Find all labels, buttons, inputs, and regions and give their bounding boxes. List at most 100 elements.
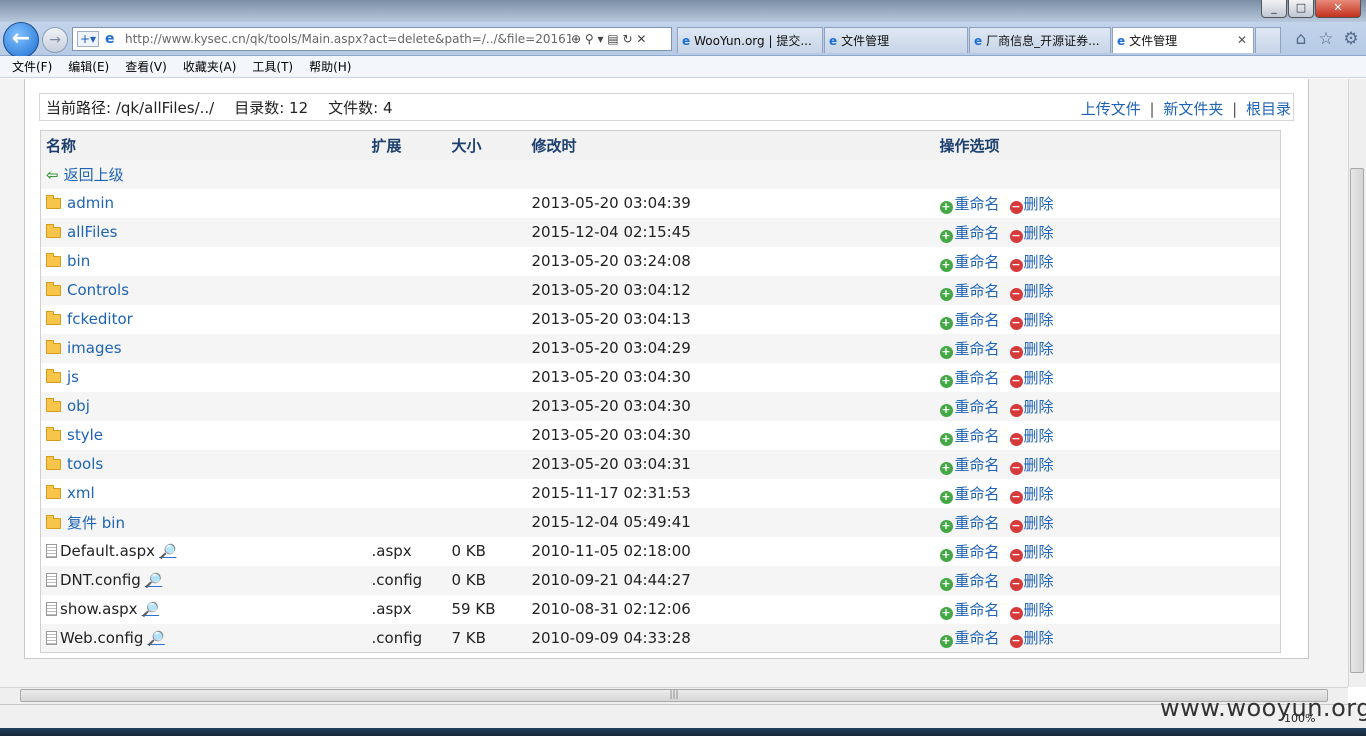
view-magnifier-icon[interactable]: 🔎 (147, 631, 164, 647)
folder-link[interactable]: js (46, 368, 79, 386)
file-name: Default.aspx (60, 542, 155, 560)
folder-link[interactable]: 复件 bin (46, 514, 125, 532)
rename-link[interactable]: + 重命名 (939, 311, 1000, 330)
forward-button[interactable]: → (42, 27, 68, 53)
delete-link[interactable]: − 删除 (1000, 629, 1054, 649)
go-up-link[interactable]: ⇦ 返回上级 (46, 166, 124, 184)
rename-link[interactable]: + 重命名 (939, 601, 1000, 620)
plus-circle-icon: + (939, 576, 953, 591)
ie-tab-icon: e (829, 33, 838, 48)
delete-link[interactable]: − 删除 (1000, 398, 1054, 417)
size-cell: 59 KB (451, 600, 496, 618)
rename-link[interactable]: + 重命名 (939, 369, 1000, 388)
view-magnifier-icon[interactable]: 🔎 (145, 573, 162, 589)
rename-link[interactable]: + 重命名 (939, 253, 1000, 272)
delete-link[interactable]: − 删除 (1000, 514, 1054, 533)
root-dir-link[interactable]: 根目录 (1246, 100, 1291, 118)
minus-circle-icon: − (1009, 518, 1023, 533)
close-window-button[interactable]: ✕ (1315, 0, 1361, 18)
delete-link[interactable]: − 删除 (1000, 282, 1054, 301)
plus-circle-icon: + (939, 605, 953, 620)
mtime-cell: 2013-05-20 03:04:30 (531, 368, 691, 386)
add-favorite-icon[interactable]: +▾ (77, 31, 99, 47)
table-row: style 2013-05-20 03:04:30 + 重命名 − 删除 (41, 421, 1281, 450)
folder-link[interactable]: Controls (46, 281, 129, 299)
menu-tools[interactable]: 工具(T) (252, 58, 293, 75)
home-icon[interactable]: ⌂ (1291, 29, 1311, 49)
folder-icon (46, 514, 61, 529)
folder-link[interactable]: bin (46, 252, 90, 270)
view-magnifier-icon[interactable]: 🔎 (159, 544, 176, 560)
rename-link[interactable]: + 重命名 (939, 398, 1000, 417)
delete-link[interactable]: − 删除 (1000, 253, 1054, 272)
minus-circle-icon: − (1009, 634, 1023, 649)
rename-link[interactable]: + 重命名 (939, 427, 1000, 446)
rename-link[interactable]: + 重命名 (939, 340, 1000, 359)
delete-link[interactable]: − 删除 (1000, 427, 1054, 446)
address-tools[interactable]: ⊕ ⚲ ▾ ▤ ↻ ✕ (571, 32, 671, 46)
rename-link[interactable]: + 重命名 (939, 282, 1000, 301)
folder-link[interactable]: xml (46, 484, 95, 502)
url-text[interactable]: http://www.kysec.cn/qk/tools/Main.aspx?a… (125, 32, 571, 46)
delete-link[interactable]: − 删除 (1000, 543, 1054, 562)
menu-favorites[interactable]: 收藏夹(A) (183, 58, 237, 75)
folder-link[interactable]: allFiles (46, 223, 117, 241)
vertical-scrollbar-thumb[interactable] (1350, 168, 1364, 673)
tab-file-manager-active[interactable]: e 文件管理 ✕ (1112, 27, 1254, 53)
rename-link[interactable]: + 重命名 (939, 543, 1000, 562)
folder-link[interactable]: tools (46, 455, 103, 473)
delete-link[interactable]: − 删除 (1000, 340, 1054, 359)
folder-link[interactable]: style (46, 426, 103, 444)
upload-file-link[interactable]: 上传文件 (1081, 100, 1141, 118)
folder-link[interactable]: obj (46, 397, 90, 415)
menu-view[interactable]: 查看(V) (125, 58, 167, 75)
delete-link[interactable]: − 删除 (1000, 369, 1054, 388)
rename-link[interactable]: + 重命名 (939, 485, 1000, 504)
menu-edit[interactable]: 编辑(E) (68, 58, 109, 75)
favorites-star-icon[interactable]: ☆ (1316, 29, 1336, 49)
delete-link[interactable]: − 删除 (1000, 311, 1054, 330)
horizontal-scrollbar-thumb[interactable]: ||| (20, 689, 1328, 702)
menu-help[interactable]: 帮助(H) (309, 58, 351, 75)
folder-link[interactable]: fckeditor (46, 310, 133, 328)
mtime-cell: 2010-11-05 02:18:00 (531, 542, 691, 560)
rename-link[interactable]: + 重命名 (939, 514, 1000, 533)
close-tab-icon[interactable]: ✕ (1237, 33, 1247, 47)
delete-link[interactable]: − 删除 (1000, 485, 1054, 504)
settings-gear-icon[interactable]: ⚙ (1341, 29, 1361, 49)
plus-circle-icon: + (939, 373, 953, 388)
new-folder-link[interactable]: 新文件夹 (1163, 100, 1223, 118)
plus-circle-icon: + (939, 518, 953, 533)
folder-link[interactable]: images (46, 339, 122, 357)
tab-vendor-info[interactable]: e 厂商信息_开源证券... (969, 27, 1111, 53)
delete-link[interactable]: − 删除 (1000, 601, 1054, 620)
new-tab-button[interactable] (1255, 27, 1281, 53)
rename-link[interactable]: + 重命名 (939, 629, 1000, 649)
file-icon (46, 602, 57, 616)
tab-wooyun[interactable]: e WooYun.org | 提交... (677, 27, 823, 53)
rename-link[interactable]: + 重命名 (939, 572, 1000, 591)
mtime-cell: 2015-12-04 02:15:45 (531, 223, 691, 241)
tab-file-manager[interactable]: e 文件管理 (824, 27, 968, 53)
rename-link[interactable]: + 重命名 (939, 456, 1000, 475)
back-button[interactable]: ← (3, 22, 39, 58)
rename-link[interactable]: + 重命名 (939, 195, 1000, 214)
mtime-cell: 2013-05-20 03:04:29 (531, 339, 691, 357)
delete-link[interactable]: − 删除 (1000, 195, 1054, 214)
delete-link[interactable]: − 删除 (1000, 456, 1054, 475)
minimize-button[interactable]: _ (1261, 0, 1287, 18)
view-magnifier-icon[interactable]: 🔎 (142, 602, 159, 618)
menu-file[interactable]: 文件(F) (12, 58, 52, 75)
back-arrow-icon: ⇦ (46, 165, 59, 184)
delete-link[interactable]: − 删除 (1000, 572, 1054, 591)
folder-link[interactable]: admin (46, 194, 114, 212)
mtime-cell: 2015-12-04 05:49:41 (531, 513, 691, 531)
delete-link[interactable]: − 删除 (1000, 224, 1054, 243)
plus-circle-icon: + (939, 547, 953, 562)
address-bar[interactable]: +▾ e http://www.kysec.cn/qk/tools/Main.a… (72, 27, 672, 51)
maximize-icon[interactable]: □ (1288, 0, 1314, 18)
rename-link[interactable]: + 重命名 (939, 224, 1000, 243)
minus-circle-icon: − (1009, 286, 1023, 301)
folder-icon (46, 282, 61, 296)
folder-icon (46, 369, 61, 383)
